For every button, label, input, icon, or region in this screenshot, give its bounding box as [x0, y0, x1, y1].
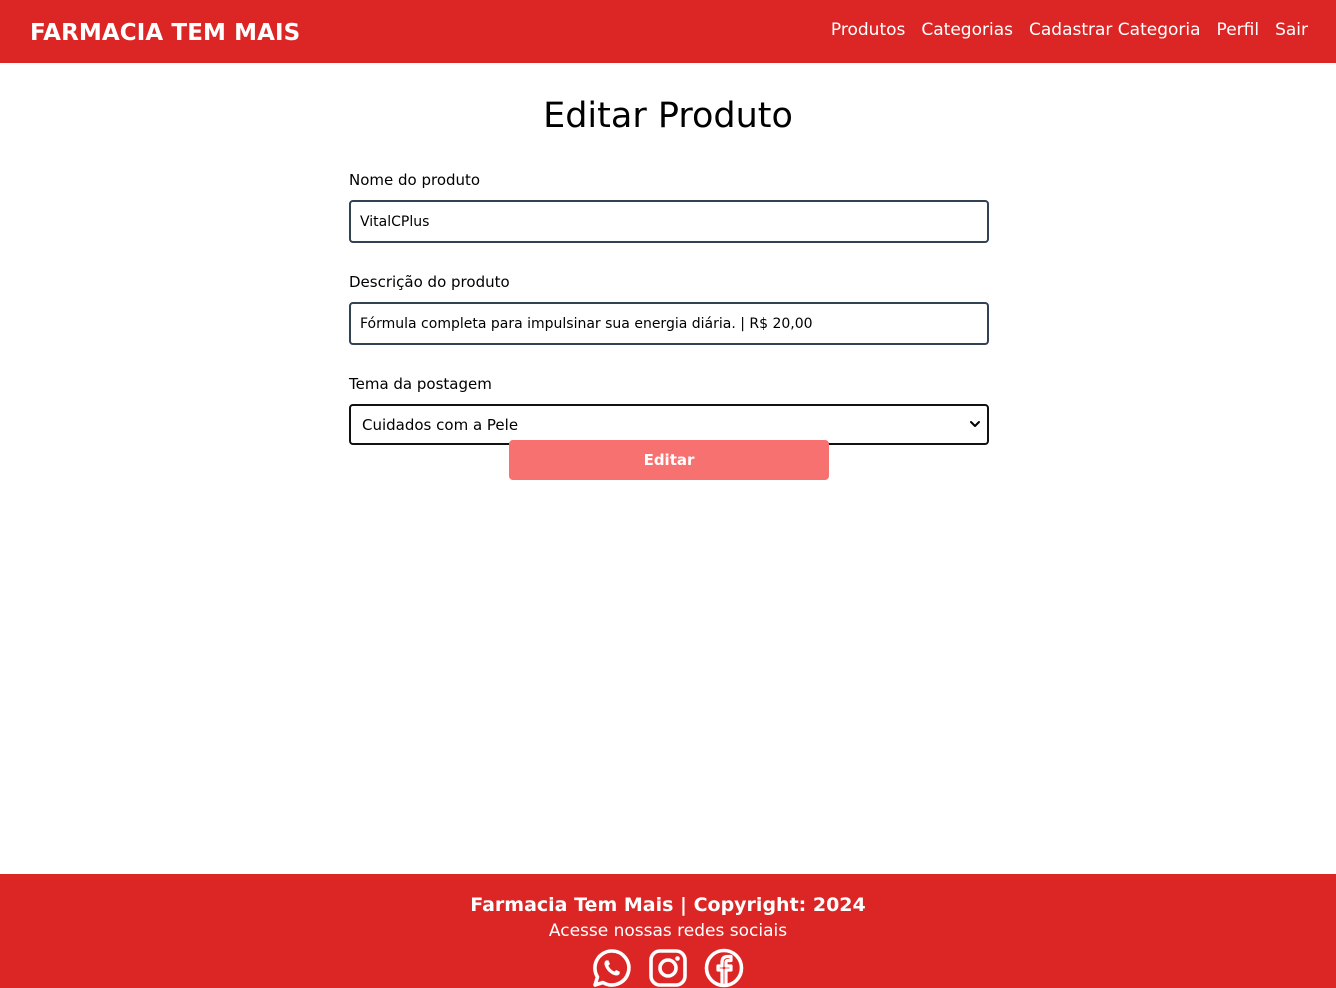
footer-copyright: Farmacia Tem Mais | Copyright: 2024	[470, 894, 866, 916]
page-title: Editar Produto	[543, 96, 793, 136]
product-name-input[interactable]	[349, 200, 989, 243]
footer: Farmacia Tem Mais | Copyright: 2024 Aces…	[0, 874, 1336, 988]
theme-select-value: Cuidados com a Pele	[362, 415, 519, 434]
chevron-down-icon	[970, 421, 980, 427]
edit-product-form: Nome do produto Descrição do produto Tem…	[349, 170, 989, 445]
whatsapp-icon[interactable]	[590, 946, 634, 988]
nav-link-sair[interactable]: Sair	[1275, 20, 1308, 40]
theme-label: Tema da postagem	[349, 375, 492, 393]
nav-link-categorias[interactable]: Categorias	[921, 20, 1013, 40]
nav-link-produtos[interactable]: Produtos	[831, 20, 905, 40]
footer-subtitle: Acesse nossas redes sociais	[548, 921, 788, 941]
nav-link-perfil[interactable]: Perfil	[1217, 20, 1260, 40]
submit-wrap: Editar	[509, 440, 829, 480]
nav-links: Produtos Categorias Cadastrar Categoria …	[831, 20, 1308, 40]
social-links	[0, 946, 1336, 988]
product-description-input[interactable]	[349, 302, 989, 345]
edit-button[interactable]: Editar	[509, 440, 829, 480]
navbar: FARMACIA TEM MAIS Produtos Categorias Ca…	[0, 0, 1336, 63]
product-name-label: Nome do produto	[349, 171, 481, 189]
brand-logo[interactable]: FARMACIA TEM MAIS	[30, 20, 300, 46]
instagram-icon[interactable]	[646, 946, 690, 988]
product-description-label: Descrição do produto	[349, 273, 510, 291]
theme-select[interactable]: Cuidados com a Pele	[349, 404, 989, 445]
nav-link-cadastrar-categoria[interactable]: Cadastrar Categoria	[1029, 20, 1201, 40]
facebook-icon[interactable]	[702, 946, 746, 988]
